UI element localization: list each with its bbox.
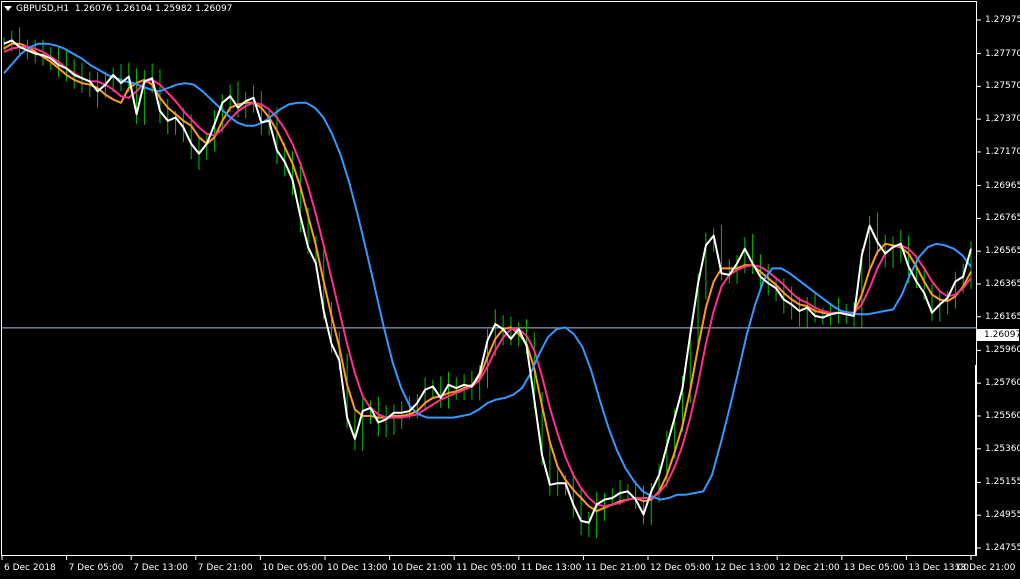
y-tick-label: 1.27170 bbox=[985, 146, 1020, 157]
x-tick-label: 12 Dec 13:00 bbox=[714, 563, 776, 573]
x-tick-label: 11 Dec 21:00 bbox=[585, 563, 646, 573]
y-tick-label: 1.25360 bbox=[985, 443, 1020, 454]
x-tick-label: 13 Dec 05:00 bbox=[843, 563, 905, 573]
y-tick-label: 1.26165 bbox=[985, 311, 1020, 322]
y-tick-label: 1.25155 bbox=[985, 477, 1020, 488]
price-chart[interactable] bbox=[0, 0, 1020, 579]
y-tick-label: 1.25760 bbox=[985, 378, 1020, 389]
y-tick-label: 1.26965 bbox=[985, 180, 1020, 191]
x-tick-label: 7 Dec 21:00 bbox=[197, 563, 253, 573]
y-tick-label: 1.27370 bbox=[985, 114, 1020, 125]
ohlc-high: 1.26104 bbox=[115, 4, 153, 14]
x-tick-label: 12 Dec 05:00 bbox=[650, 563, 711, 573]
y-tick-label: 1.27975 bbox=[985, 14, 1020, 25]
x-tick-label: 10 Dec 13:00 bbox=[327, 563, 388, 573]
x-tick-label: 7 Dec 05:00 bbox=[68, 563, 124, 573]
x-tick-label: 13 Dec 21:00 bbox=[954, 563, 1016, 573]
y-tick-label: 1.27570 bbox=[985, 81, 1020, 92]
ohlc-open: 1.26076 bbox=[74, 4, 113, 14]
y-tick-label: 1.27770 bbox=[985, 48, 1020, 59]
y-tick-label: 1.24755 bbox=[985, 542, 1020, 553]
y-tick-label: 1.26365 bbox=[985, 278, 1020, 289]
symbol-header: GBPUSD,H1 1.26076 1.26104 1.25982 1.2609… bbox=[4, 3, 232, 15]
y-tick-label: 1.25560 bbox=[985, 410, 1020, 421]
x-tick-label: 10 Dec 21:00 bbox=[391, 563, 453, 573]
x-tick-label: 11 Dec 05:00 bbox=[456, 563, 517, 573]
ohlc-low: 1.25982 bbox=[155, 4, 193, 14]
x-tick-label: 12 Dec 21:00 bbox=[779, 563, 840, 573]
ohlc-close: 1.26097 bbox=[195, 4, 233, 14]
y-tick-label: 1.26765 bbox=[985, 213, 1020, 224]
symbol-name: GBPUSD,H1 bbox=[16, 4, 70, 14]
x-tick-label: 10 Dec 05:00 bbox=[262, 563, 323, 573]
x-tick-label: 6 Dec 2018 bbox=[4, 563, 56, 573]
dropdown-triangle-icon[interactable] bbox=[4, 6, 12, 11]
y-tick-label: 1.26565 bbox=[985, 246, 1020, 257]
x-tick-label: 11 Dec 13:00 bbox=[520, 563, 582, 573]
y-tick-label: 1.25960 bbox=[985, 345, 1020, 356]
y-tick-label: 1.24955 bbox=[985, 510, 1020, 521]
x-tick-label: 7 Dec 13:00 bbox=[133, 563, 188, 573]
current-price-label: 1.26097 bbox=[977, 329, 1020, 341]
